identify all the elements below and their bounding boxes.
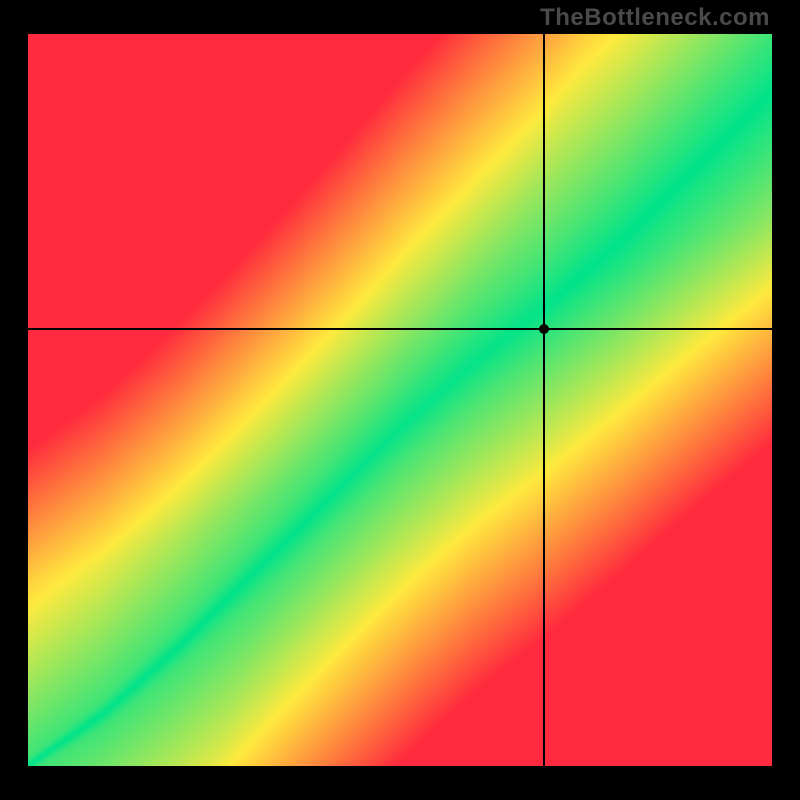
crosshair-horizontal bbox=[28, 328, 772, 330]
chart-frame: TheBottleneck.com bbox=[0, 0, 800, 800]
crosshair-dot bbox=[539, 324, 549, 334]
crosshair-vertical bbox=[543, 34, 545, 766]
bottleneck-heatmap bbox=[28, 34, 772, 766]
watermark-text: TheBottleneck.com bbox=[540, 4, 770, 32]
